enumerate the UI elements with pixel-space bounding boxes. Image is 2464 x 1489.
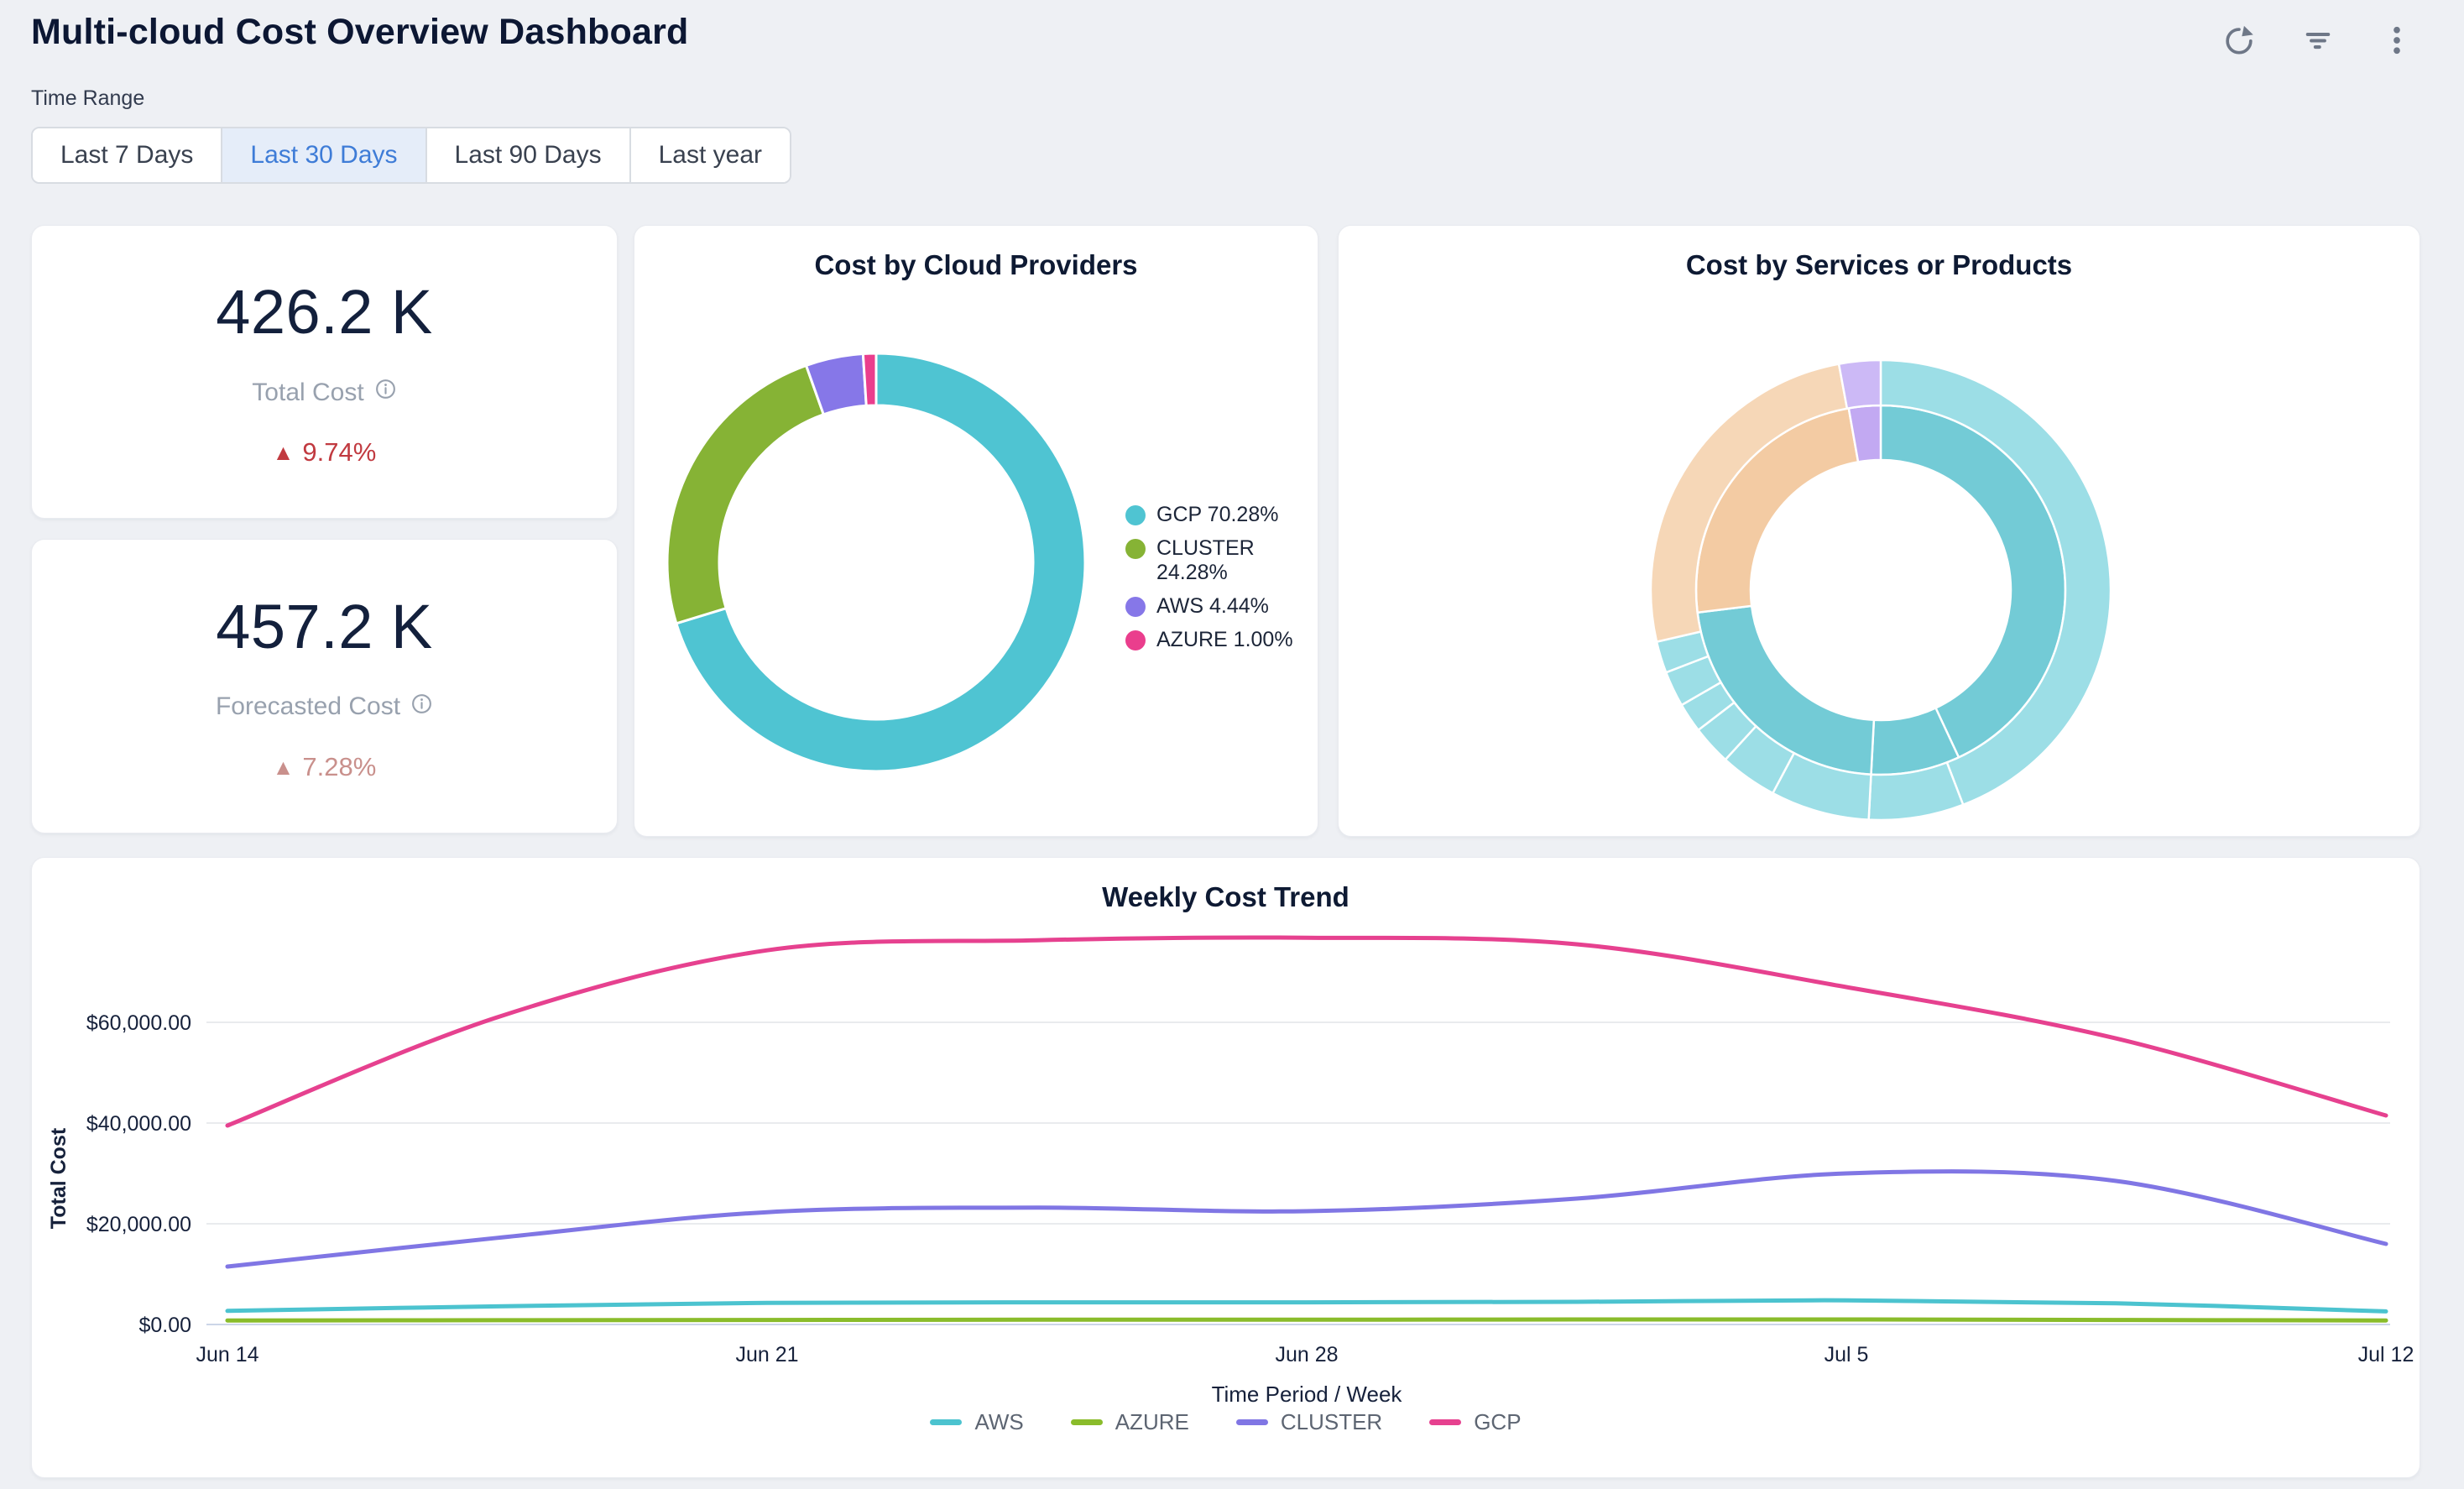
legend-dot [1125,597,1146,617]
svg-text:Jun 21: Jun 21 [735,1343,798,1366]
svg-text:$40,000.00: $40,000.00 [86,1112,191,1136]
legend-dot [1125,630,1146,650]
weekly-cost-trend-card: Weekly Cost Trend $0.00$20,000.00$40,000… [31,857,2420,1478]
legend-dash [930,1419,962,1425]
providers-legend: GCP 70.28% CLUSTER 24.28% AWS 4.44% AZUR… [1125,503,1306,661]
trend-legend-item-azure[interactable]: AZURE [1071,1409,1189,1435]
legend-item-azure[interactable]: AZURE 1.00% [1125,628,1306,652]
legend-dash [1236,1419,1268,1425]
svg-text:Total Cost: Total Cost [47,1127,70,1229]
more-options-button[interactable] [2377,20,2417,60]
page-header: Multi-cloud Cost Overview Dashboard [31,0,2430,84]
cost-by-cloud-providers-card: Cost by Cloud Providers GCP 70.28% CLUST… [634,225,1318,837]
legend-dot [1125,505,1146,525]
filter-button[interactable] [2298,20,2338,60]
time-range-option-last-year[interactable]: Last year [629,128,790,182]
svg-text:Jun 28: Jun 28 [1275,1343,1338,1366]
services-sunburst-chart[interactable] [1646,355,2116,825]
refresh-icon [2221,23,2257,58]
legend-dash [1429,1419,1461,1425]
trend-legend-item-aws[interactable]: AWS [930,1409,1023,1435]
trend-legend: AWS AZURE CLUSTER GCP [32,1409,2420,1435]
svg-text:Jul 12: Jul 12 [2358,1343,2414,1366]
svg-text:$60,000.00: $60,000.00 [86,1011,191,1035]
providers-chart-title: Cost by Cloud Providers [634,249,1318,281]
up-triangle-icon: ▲ [273,441,295,463]
page-title: Multi-cloud Cost Overview Dashboard [31,12,689,53]
svg-text:$0.00: $0.00 [138,1314,191,1337]
forecasted-cost-label-row: Forecasted Cost [216,692,433,722]
info-icon[interactable] [374,378,397,407]
header-actions [2219,20,2417,60]
time-range-option-last-7-days[interactable]: Last 7 Days [33,128,221,182]
time-range-option-last-90-days[interactable]: Last 90 Days [425,128,629,182]
total-cost-delta: ▲ 9.74% [273,437,377,468]
forecasted-cost-delta: ▲ 7.28% [273,752,377,782]
filter-icon [2300,23,2336,58]
legend-dash [1071,1419,1103,1425]
forecasted-cost-value: 457.2 K [216,591,433,662]
cost-by-services-card: Cost by Services or Products [1338,225,2420,837]
legend-item-gcp[interactable]: GCP 70.28% [1125,503,1306,527]
trend-legend-item-cluster[interactable]: CLUSTER [1236,1409,1382,1435]
refresh-button[interactable] [2219,20,2259,60]
providers-donut-chart[interactable] [658,344,1094,781]
forecasted-cost-label: Forecasted Cost [216,692,400,721]
services-chart-title: Cost by Services or Products [1339,249,2420,281]
svg-text:Jul 5: Jul 5 [1825,1343,1869,1366]
svg-text:Jun 14: Jun 14 [196,1343,258,1366]
legend-item-aws[interactable]: AWS 4.44% [1125,594,1306,619]
time-range-label: Time Range [31,86,144,111]
svg-text:Time Period / Week: Time Period / Week [1212,1382,1403,1407]
more-options-icon [2379,23,2414,58]
legend-dot [1125,539,1146,559]
total-cost-label-row: Total Cost [252,378,396,407]
total-cost-value: 426.2 K [216,276,433,347]
forecasted-cost-kpi-card: 457.2 K Forecasted Cost ▲ 7.28% [31,539,618,833]
time-range-segmented-control: Last 7 Days Last 30 Days Last 90 Days La… [31,127,791,184]
svg-text:$20,000.00: $20,000.00 [86,1213,191,1236]
total-cost-kpi-card: 426.2 K Total Cost ▲ 9.74% [31,225,618,519]
time-range-option-last-30-days[interactable]: Last 30 Days [221,128,425,182]
total-cost-label: Total Cost [252,379,363,407]
weekly-trend-line-chart[interactable]: $0.00 $20,000.00 $40,000.00 $60,000.00 Jun 1… [32,858,2420,1477]
up-triangle-icon: ▲ [273,756,295,778]
info-icon[interactable] [410,692,433,722]
trend-legend-item-gcp[interactable]: GCP [1429,1409,1521,1435]
legend-item-cluster[interactable]: CLUSTER 24.28% [1125,536,1306,585]
